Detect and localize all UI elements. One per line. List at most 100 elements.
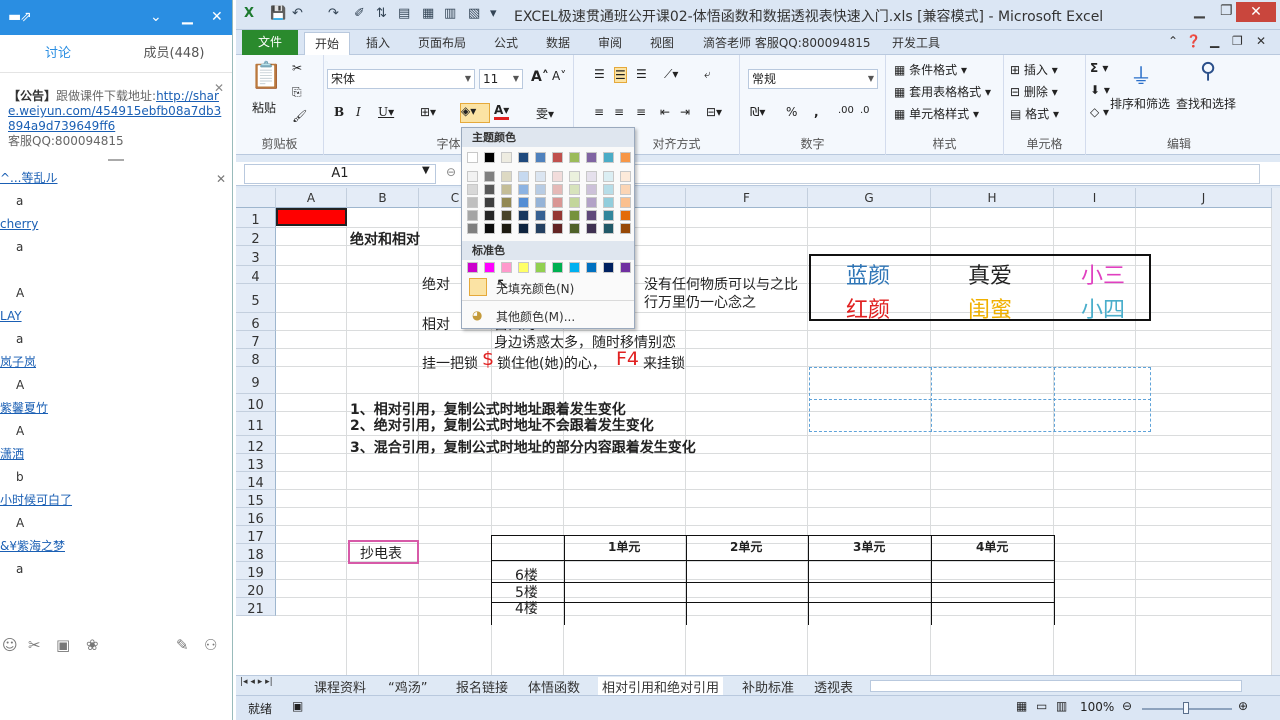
theme-color-swatch[interactable] [535, 152, 546, 163]
share-icon[interactable]: ⇗ [20, 9, 32, 25]
theme-shade-swatch[interactable] [484, 171, 495, 182]
tab-data[interactable]: 数据 [546, 34, 570, 51]
sheet-tab[interactable]: 报名链接 [456, 677, 508, 696]
tab-formulas[interactable]: 公式 [494, 34, 518, 51]
align-center-icon[interactable]: ≡ [614, 105, 624, 119]
restore-icon[interactable]: ❐ [1220, 3, 1233, 19]
row-header[interactable]: 18 [236, 544, 276, 563]
table-icon[interactable]: ▦ [422, 6, 434, 21]
increase-decimal-icon[interactable]: .00 [838, 105, 854, 116]
theme-shade-swatch[interactable] [586, 223, 597, 234]
merge-icon[interactable]: ⊟▾ [706, 105, 722, 119]
theme-shade-swatch[interactable] [552, 210, 563, 221]
theme-shade-swatch[interactable] [603, 184, 614, 195]
row-header[interactable]: 5 [236, 284, 276, 313]
theme-shade-swatch[interactable] [569, 197, 580, 208]
row-header[interactable]: 10 [236, 394, 276, 413]
theme-shade-swatch[interactable] [535, 210, 546, 221]
theme-shade-swatch[interactable] [535, 184, 546, 195]
theme-color-swatch[interactable] [569, 152, 580, 163]
align-right-icon[interactable]: ≡ [636, 105, 646, 119]
theme-shade-swatch[interactable] [467, 171, 478, 182]
orientation-icon[interactable]: ⟋▾ [664, 67, 678, 82]
theme-shade-swatch[interactable] [569, 223, 580, 234]
theme-shade-swatch[interactable] [484, 223, 495, 234]
theme-color-swatch[interactable] [620, 152, 631, 163]
theme-shade-swatch[interactable] [552, 197, 563, 208]
standard-color-swatch[interactable] [501, 262, 512, 273]
theme-shade-swatch[interactable] [620, 184, 631, 195]
row-header[interactable]: 3 [236, 246, 276, 266]
tab-view[interactable]: 视图 [650, 34, 674, 51]
sort-filter-button[interactable]: 排序和筛选 [1110, 95, 1170, 112]
row-header[interactable]: 19 [236, 562, 276, 581]
wrap-text-icon[interactable]: ⤶ [704, 67, 711, 82]
theme-shade-swatch[interactable] [620, 210, 631, 221]
standard-color-swatch[interactable] [552, 262, 563, 273]
theme-shade-swatch[interactable] [518, 184, 529, 195]
theme-shade-swatch[interactable] [518, 197, 529, 208]
copy-icon[interactable]: ⎘ [292, 85, 302, 100]
message-sender[interactable]: 岚子岚 [0, 352, 232, 375]
row-header[interactable]: 4 [236, 266, 276, 285]
sheet-tab[interactable]: 课程资料 [314, 677, 366, 696]
theme-shade-swatch[interactable] [518, 171, 529, 182]
undo-icon[interactable]: ↶ [292, 6, 303, 21]
font-name-select[interactable]: 宋体 ▼ [327, 69, 475, 89]
paste-icon[interactable]: 📋 [250, 61, 282, 91]
no-fill-option[interactable]: 无填充颜色(N) [462, 280, 634, 297]
standard-color-swatch[interactable] [484, 262, 495, 273]
align-middle-icon[interactable]: ☰ [614, 67, 627, 83]
tab-developer[interactable]: 开发工具 [892, 34, 940, 51]
theme-shade-swatch[interactable] [620, 171, 631, 182]
close-icon[interactable]: ✕ [214, 81, 224, 96]
row-header[interactable]: 9 [236, 367, 276, 394]
italic-icon[interactable]: I [356, 105, 361, 119]
theme-shade-swatch[interactable] [484, 184, 495, 195]
collapse-ribbon-icon[interactable]: ⌃ [1168, 34, 1178, 48]
row-header[interactable]: 7 [236, 331, 276, 350]
zoom-in-icon[interactable]: ⊕ [1238, 699, 1248, 713]
tab-members[interactable]: 成员(448) [116, 35, 232, 72]
normal-view-icon[interactable]: ▦ [1016, 699, 1027, 713]
standard-color-swatch[interactable] [569, 262, 580, 273]
save-icon[interactable]: 💾 [270, 6, 286, 21]
theme-shade-swatch[interactable] [620, 197, 631, 208]
theme-shade-swatch[interactable] [552, 171, 563, 182]
fill-icon[interactable]: ⬇ ▾ [1090, 83, 1110, 97]
sheet-tab[interactable]: 透视表 [814, 677, 856, 696]
theme-shade-swatch[interactable] [535, 171, 546, 182]
theme-shade-swatch[interactable] [501, 184, 512, 195]
scissors-icon[interactable]: ✂ [28, 636, 41, 654]
theme-shade-swatch[interactable] [603, 197, 614, 208]
tab-teacher[interactable]: 滴答老师 客服QQ:800094815 [703, 34, 870, 51]
row-header[interactable]: 16 [236, 508, 276, 527]
select-all-corner[interactable] [236, 188, 276, 208]
row-header[interactable]: 20 [236, 580, 276, 599]
horizontal-scrollbar[interactable] [870, 680, 1242, 692]
theme-shade-swatch[interactable] [586, 197, 597, 208]
decrease-decimal-icon[interactable]: .0 [860, 105, 870, 116]
cell-style-button[interactable]: ▦ 单元格样式 ▾ [894, 105, 979, 122]
theme-shade-swatch[interactable] [620, 223, 631, 234]
theme-shade-swatch[interactable] [586, 171, 597, 182]
align-left-icon[interactable]: ≡ [594, 105, 604, 119]
message-sender[interactable]: 小时候可白了 [0, 490, 232, 513]
help-icon[interactable]: ❓ [1186, 34, 1201, 48]
theme-color-swatch[interactable] [518, 152, 529, 163]
row-header[interactable]: 6 [236, 313, 276, 332]
percent-icon[interactable]: % [786, 105, 797, 119]
close-icon[interactable]: ✕ [1256, 34, 1266, 48]
theme-shade-swatch[interactable] [603, 210, 614, 221]
theme-color-swatch[interactable] [501, 152, 512, 163]
theme-shade-swatch[interactable] [501, 171, 512, 182]
row-header[interactable]: 11 [236, 412, 276, 436]
insert-button[interactable]: ⊞ 插入 ▾ [1010, 61, 1058, 78]
theme-shade-swatch[interactable] [501, 197, 512, 208]
theme-shade-swatch[interactable] [467, 210, 478, 221]
sheet-tab[interactable]: 补助标准 [742, 677, 794, 696]
paste-button[interactable]: 粘贴 [252, 99, 276, 116]
vertical-scrollbar[interactable] [1272, 188, 1280, 675]
find-select-button[interactable]: 查找和选择 [1176, 95, 1236, 112]
page-layout-view-icon[interactable]: ▭ [1036, 699, 1047, 713]
